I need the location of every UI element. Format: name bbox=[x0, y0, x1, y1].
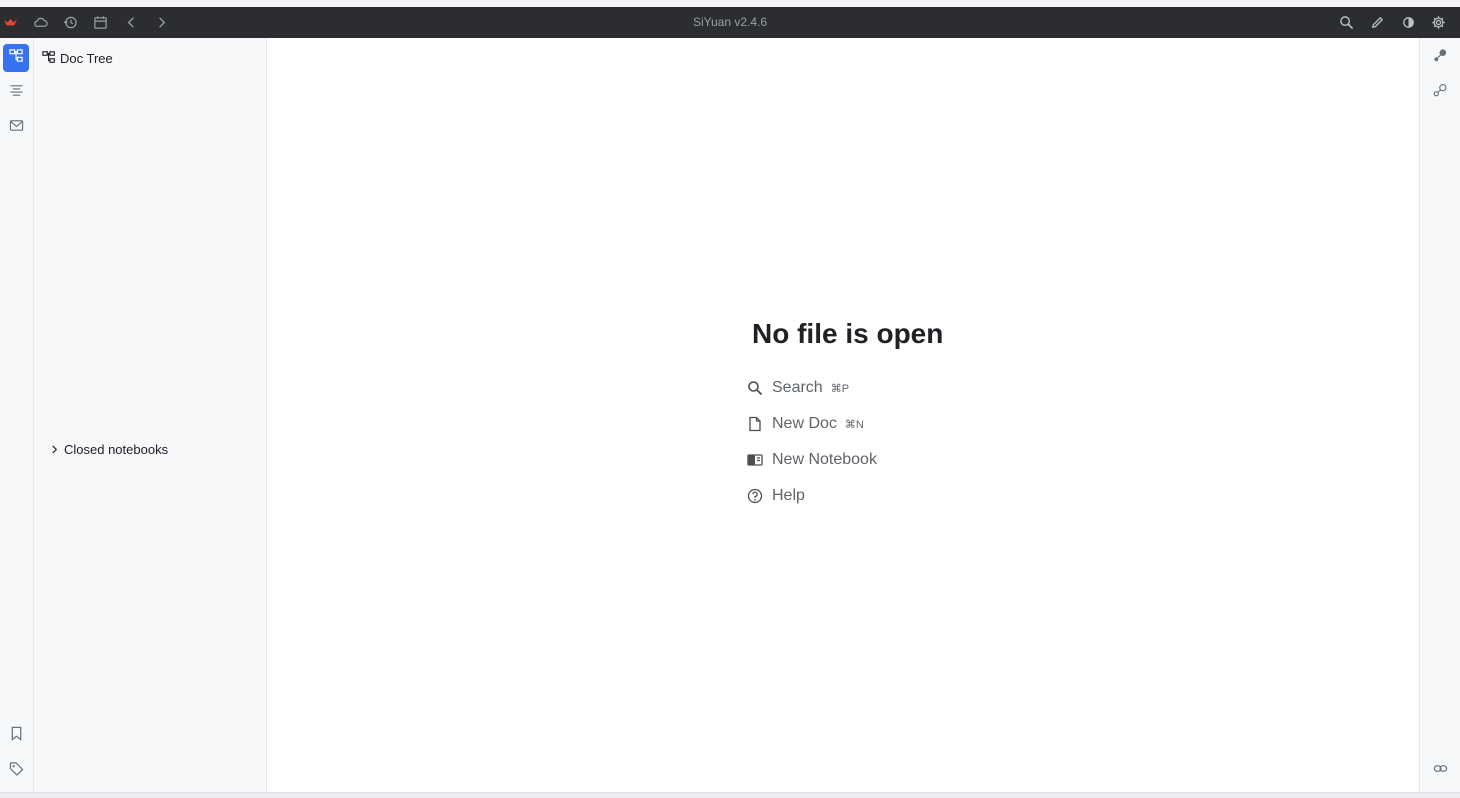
inbox-icon bbox=[9, 118, 24, 138]
empty-action-label: New Doc bbox=[772, 415, 837, 432]
theme-mode-icon[interactable] bbox=[1400, 14, 1417, 31]
dock-global-graph-button[interactable] bbox=[1427, 79, 1453, 107]
edit-icon[interactable] bbox=[1369, 14, 1386, 31]
empty-action-new-notebook[interactable]: New Notebook bbox=[747, 449, 877, 471]
right-dock bbox=[1419, 38, 1460, 792]
status-bar bbox=[0, 792, 1460, 798]
file-tree-title: Doc Tree bbox=[60, 50, 113, 66]
empty-action-label: New Notebook bbox=[772, 451, 877, 468]
tag-icon bbox=[9, 761, 24, 781]
outline-icon bbox=[9, 83, 24, 103]
empty-action-help[interactable]: Help bbox=[747, 485, 805, 507]
search-icon[interactable] bbox=[1338, 14, 1355, 31]
new-doc-icon bbox=[747, 416, 763, 432]
title-bar: SiYuan v2.4.6 bbox=[0, 7, 1460, 38]
left-dock bbox=[0, 38, 34, 792]
window-top-strip bbox=[0, 0, 1460, 7]
window-title: SiYuan v2.4.6 bbox=[692, 15, 768, 29]
file-tree-panel: Doc Tree Closed notebooks bbox=[34, 38, 267, 792]
empty-action-label: Help bbox=[772, 487, 805, 504]
bookmark-icon bbox=[9, 726, 24, 746]
closed-notebooks-toggle[interactable]: Closed notebooks bbox=[50, 440, 168, 458]
settings-icon[interactable] bbox=[1430, 14, 1447, 31]
dock-graph-button[interactable] bbox=[1427, 44, 1453, 72]
notebook-icon bbox=[747, 452, 763, 468]
search-icon bbox=[747, 380, 763, 396]
closed-notebooks-label: Closed notebooks bbox=[64, 441, 169, 457]
editor-empty-state: No file is open Search ⌘P New Doc ⌘N New… bbox=[268, 38, 1418, 792]
dock-backlink-button[interactable] bbox=[1427, 757, 1453, 785]
file-tree-icon bbox=[42, 50, 56, 67]
file-tree-header[interactable]: Doc Tree bbox=[42, 49, 113, 67]
dock-outline-button[interactable] bbox=[3, 79, 29, 107]
dock-file-tree-button[interactable] bbox=[3, 44, 29, 72]
global-graph-icon bbox=[1433, 83, 1448, 103]
chevron-right-icon bbox=[50, 442, 59, 457]
shortcut-hint: ⌘P bbox=[830, 382, 850, 395]
dock-bookmark-button[interactable] bbox=[3, 722, 29, 750]
empty-action-new-doc[interactable]: New Doc ⌘N bbox=[747, 413, 864, 435]
empty-state-title: No file is open bbox=[752, 318, 944, 349]
empty-action-search[interactable]: Search ⌘P bbox=[747, 377, 849, 399]
help-icon bbox=[747, 488, 763, 504]
empty-action-label: Search bbox=[772, 379, 823, 396]
file-tree-icon bbox=[8, 48, 24, 68]
dock-inbox-button[interactable] bbox=[3, 114, 29, 142]
graph-icon bbox=[1433, 48, 1448, 68]
dock-tag-button[interactable] bbox=[3, 757, 29, 785]
shortcut-hint: ⌘N bbox=[844, 418, 864, 431]
backlink-icon bbox=[1433, 761, 1448, 781]
